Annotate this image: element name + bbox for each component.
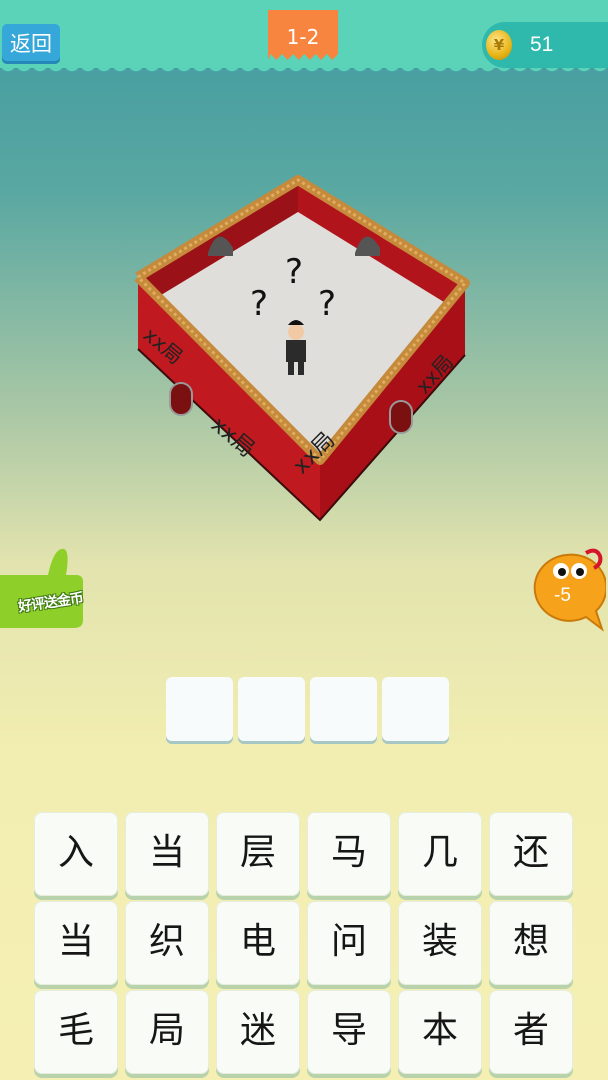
char-key[interactable]: 导 [307, 990, 391, 1074]
answer-slot-1[interactable] [166, 677, 233, 741]
char-key[interactable]: 者 [489, 990, 573, 1074]
char-key[interactable]: 层 [216, 812, 300, 896]
char-key[interactable]: 局 [125, 990, 209, 1074]
char-key[interactable]: 本 [398, 990, 482, 1074]
char-key[interactable]: 装 [398, 901, 482, 985]
char-key[interactable]: 当 [125, 812, 209, 896]
char-key[interactable]: 迷 [216, 990, 300, 1074]
level-badge: 1-2 [268, 10, 338, 60]
question-mark-top: ? [285, 252, 303, 292]
question-mark-left: ? [250, 284, 268, 324]
char-key[interactable]: 毛 [34, 990, 118, 1074]
puzzle-image: xx局 xx局 xx局 xx局 ? ? ? [134, 175, 470, 522]
char-key[interactable]: 织 [125, 901, 209, 985]
coin-count: 51 [530, 33, 554, 56]
char-key[interactable]: 当 [34, 901, 118, 985]
back-button[interactable]: 返回 [2, 24, 60, 64]
character-keyboard: 入 当 层 马 几 还 当 织 电 问 装 想 毛 局 迷 导 本 者 [34, 812, 573, 1074]
char-key[interactable]: 问 [307, 901, 391, 985]
char-key[interactable]: 想 [489, 901, 573, 985]
answer-slot-2[interactable] [238, 677, 305, 741]
coin-counter[interactable]: ¥ 51 [482, 22, 608, 68]
hint-cost-label: -5 [554, 585, 571, 606]
char-key[interactable]: 几 [398, 812, 482, 896]
char-key[interactable]: 马 [307, 812, 391, 896]
char-key[interactable]: 电 [216, 901, 300, 985]
answer-slot-4[interactable] [382, 677, 449, 741]
char-key[interactable]: 还 [489, 812, 573, 896]
answer-slots [166, 677, 449, 741]
char-key[interactable]: 入 [34, 812, 118, 896]
question-mark-right: ? [318, 284, 336, 324]
answer-slot-3[interactable] [310, 677, 377, 741]
coin-icon: ¥ [486, 30, 512, 60]
